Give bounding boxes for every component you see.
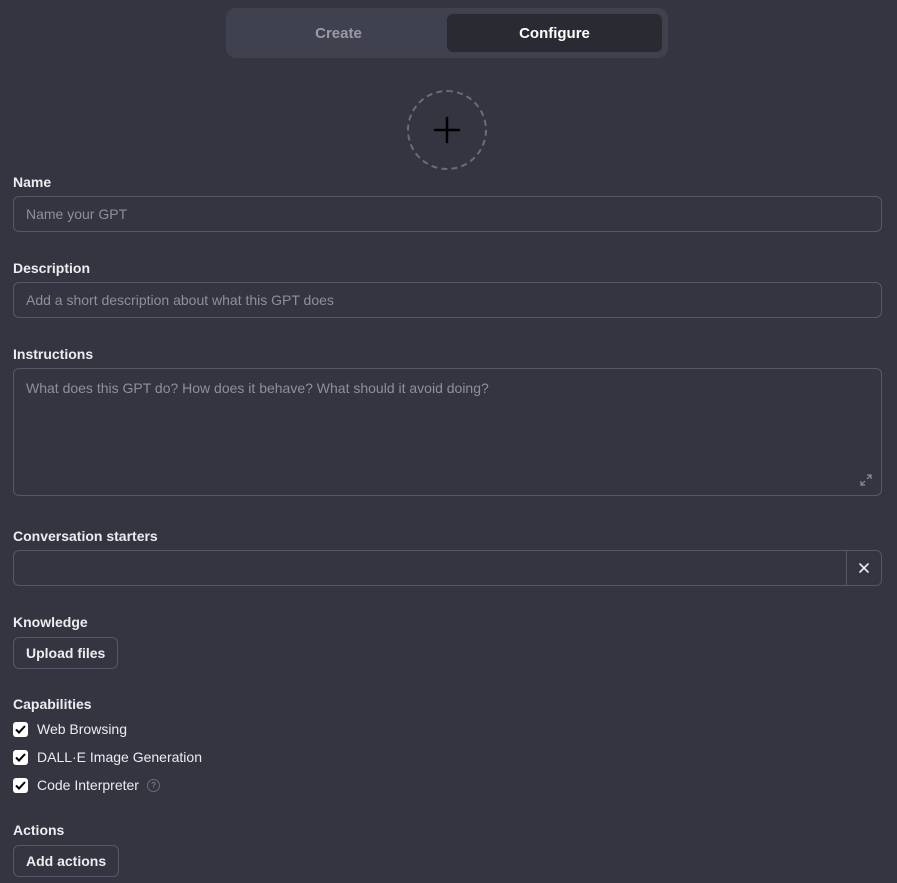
- upload-files-button[interactable]: Upload files: [13, 637, 119, 669]
- remove-starter-button[interactable]: [846, 551, 881, 585]
- instructions-label: Instructions: [13, 346, 94, 362]
- conversation-starter-input[interactable]: [14, 551, 846, 585]
- close-icon: [859, 563, 869, 573]
- code-interpreter-label: Code Interpreter: [37, 777, 139, 793]
- knowledge-label: Knowledge: [13, 614, 88, 630]
- conversation-starters-label: Conversation starters: [13, 528, 158, 544]
- check-icon: [15, 780, 26, 790]
- dalle-label: DALL·E Image Generation: [37, 749, 202, 765]
- web-browsing-checkbox[interactable]: [13, 721, 28, 737]
- tab-configure[interactable]: Configure: [446, 13, 663, 53]
- description-label: Description: [13, 260, 91, 276]
- tab-create[interactable]: Create: [231, 13, 446, 53]
- conversation-starter-row: [13, 550, 882, 586]
- instructions-textarea[interactable]: [13, 368, 882, 496]
- capability-dalle: DALL·E Image Generation: [13, 748, 202, 766]
- name-input[interactable]: [13, 196, 882, 232]
- dalle-checkbox[interactable]: [13, 749, 28, 765]
- web-browsing-label: Web Browsing: [37, 721, 128, 737]
- mode-tabs: Create Configure: [226, 8, 668, 58]
- capability-code-interpreter: Code Interpreter ?: [13, 776, 160, 794]
- check-icon: [15, 724, 26, 734]
- help-icon[interactable]: ?: [146, 778, 160, 792]
- check-icon: [15, 752, 26, 762]
- description-input[interactable]: [13, 282, 882, 318]
- capability-web-browsing: Web Browsing: [13, 720, 127, 738]
- code-interpreter-checkbox[interactable]: [13, 777, 28, 793]
- capabilities-label: Capabilities: [13, 696, 92, 712]
- expand-icon[interactable]: [860, 474, 872, 486]
- plus-icon: [433, 116, 461, 144]
- avatar-upload-button[interactable]: [407, 90, 487, 170]
- add-actions-button[interactable]: Add actions: [13, 845, 120, 877]
- gpt-configure-page: Create Configure Name Description Instru…: [0, 0, 897, 883]
- actions-label: Actions: [13, 822, 65, 838]
- name-label: Name: [13, 174, 52, 190]
